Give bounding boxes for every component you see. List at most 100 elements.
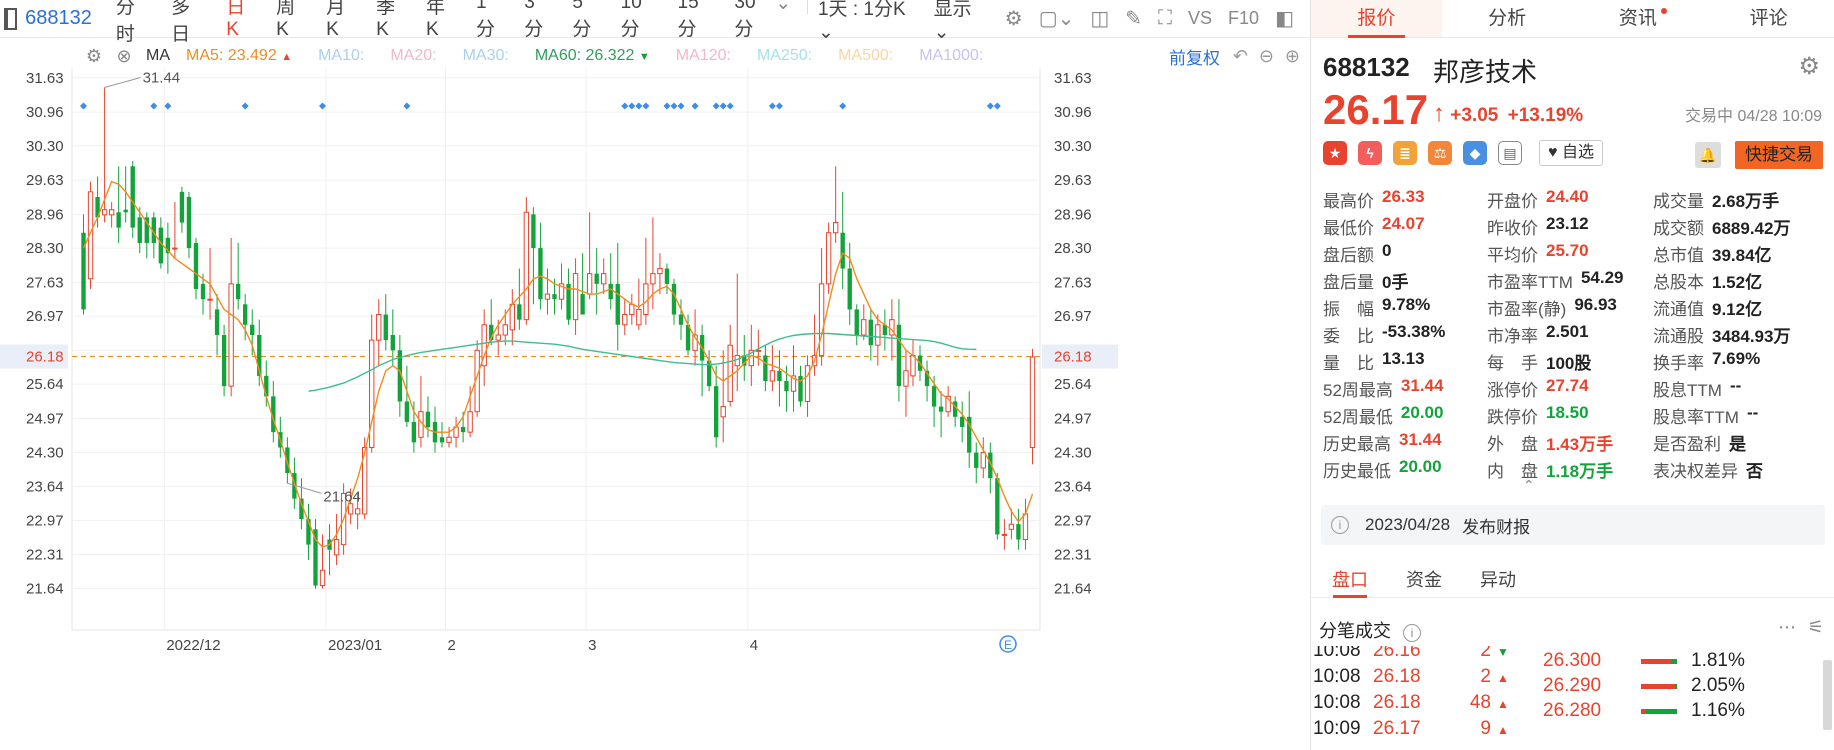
gear-icon[interactable]: ⚙ — [1798, 52, 1820, 81]
event-marker — [319, 102, 327, 110]
chart-style-select-icon[interactable]: ▢⌄ — [1039, 6, 1075, 31]
quick-trade-button[interactable]: 快捷交易 — [1735, 141, 1823, 169]
display-select[interactable]: 显示 ⌄ — [934, 0, 987, 44]
y-tick-label-left: 24.30 — [26, 445, 64, 462]
database-icon[interactable]: ≣ — [1393, 141, 1417, 165]
tick-time: 10:09 — [1313, 718, 1361, 739]
quote-row: 盘后额 0 平均价 25.70 总市值 39.84亿 — [1323, 240, 1823, 267]
range-select[interactable]: 1天 : 1分K ⌄ — [818, 0, 916, 44]
scrollbar[interactable] — [1823, 660, 1832, 730]
tab-comments[interactable]: 评论 — [1703, 0, 1834, 37]
info-icon[interactable]: i — [1403, 624, 1421, 642]
orderbook-bar — [1641, 659, 1671, 664]
ma-label[interactable]: MA — [146, 47, 170, 65]
indicator-settings-icon[interactable]: ⚙ — [82, 46, 106, 67]
ma1000-value: MA1000: — [919, 47, 984, 64]
candle-body-down — [214, 309, 220, 335]
report-date: 2023/04/28 — [1365, 515, 1451, 534]
zoom-in-icon[interactable]: ⊕ — [1285, 46, 1300, 67]
tab-alerts[interactable]: 异动 — [1463, 562, 1533, 597]
candle-body-up — [769, 370, 776, 382]
candle-body-down — [404, 401, 410, 422]
candle-body-up — [650, 273, 656, 285]
candle-body-up — [825, 232, 832, 285]
quote-row: 最低价 24.07 昨收价 23.12 成交额 6889.42万 — [1323, 213, 1823, 240]
tab-news[interactable]: 资讯 — [1573, 0, 1704, 37]
quote-value: 2.68万手 — [1712, 192, 1780, 211]
tab-analysis[interactable]: 分析 — [1442, 0, 1573, 37]
down-arrow-icon: ▼ — [1497, 646, 1509, 659]
candle-body-down — [130, 166, 135, 228]
event-marker — [80, 102, 88, 110]
tag-icon[interactable]: ◆ — [1463, 141, 1487, 165]
more-icon[interactable]: ⋯ — [1778, 617, 1796, 638]
change-value: +3.05 — [1450, 105, 1499, 126]
quote-value: 9.12亿 — [1712, 300, 1763, 319]
price-adjust-select[interactable]: 前复权 — [1169, 44, 1220, 69]
orderbook-price: 26.300 — [1543, 650, 1602, 671]
china-flag-icon[interactable]: ★ — [1323, 141, 1347, 165]
lightning-icon[interactable]: ϟ — [1358, 141, 1382, 165]
quote-value: 24.40 — [1546, 187, 1589, 206]
y-tick-label-right: 28.96 — [1054, 206, 1092, 223]
event-marker — [691, 102, 699, 110]
bell-icon[interactable]: 🔔 — [1695, 142, 1721, 168]
candle-body-down — [425, 411, 431, 428]
current-price: 26.17 — [1323, 86, 1429, 133]
event-marker — [241, 102, 249, 110]
quote-value: 0手 — [1382, 273, 1409, 292]
quote-label: 总市值 — [1653, 246, 1704, 265]
vs-compare-button[interactable]: VS — [1188, 8, 1212, 29]
tab-comments-label: 评论 — [1749, 8, 1788, 29]
quote-label: 跌停价 — [1487, 408, 1538, 427]
undo-icon[interactable]: ↶ — [1233, 46, 1248, 67]
stock-code-link[interactable]: 688132 — [25, 7, 92, 30]
candle-body-down — [784, 381, 789, 392]
draw-pen-icon[interactable]: ✎ — [1125, 6, 1142, 31]
scale-icon[interactable]: ⚖ — [1428, 141, 1452, 165]
quote-value: 27.74 — [1546, 376, 1589, 395]
quote-cell: 平均价 25.70 — [1487, 241, 1653, 266]
candle-body-down — [763, 355, 768, 382]
quote-cell: 昨收价 23.12 — [1487, 214, 1653, 239]
quote-cell: 盘后量 0手 — [1323, 268, 1487, 293]
fullscreen-icon[interactable]: ⛶ — [1158, 7, 1172, 30]
settings-gear-icon[interactable]: ⚙ — [1005, 6, 1023, 31]
tick-price: 26.17 — [1373, 718, 1421, 739]
quote-label: 成交额 — [1653, 219, 1704, 238]
quote-value: 7.69% — [1712, 349, 1761, 368]
event-marker — [775, 102, 783, 110]
ticks-title-label: 分笔成交 — [1319, 621, 1391, 641]
tab-quote[interactable]: 报价 — [1311, 0, 1442, 38]
quote-cell: 跌停价 18.50 — [1487, 403, 1653, 428]
trade-status: 交易中 04/28 10:09 — [1685, 108, 1822, 125]
sidebar-toggle-icon[interactable] — [4, 7, 18, 30]
ma30-value: MA30: — [462, 47, 509, 64]
document-icon[interactable]: ▤ — [1498, 141, 1522, 165]
earnings-notice[interactable]: i 2023/04/28 发布财报 — [1321, 505, 1825, 545]
quote-label: 涨停价 — [1487, 381, 1538, 400]
orderbook-bar — [1641, 709, 1646, 714]
ma20-value: MA20: — [390, 47, 437, 64]
kline-chart[interactable]: 31.63 31.63 30.96 30.96 30.30 30.30 29.63 29.63… — [0, 38, 1310, 750]
settings-sliders-icon[interactable]: ⚟ — [1808, 617, 1824, 638]
add-watchlist-button[interactable]: ♥ 自选 — [1539, 140, 1603, 166]
change-pct: +13.19% — [1507, 105, 1584, 126]
chart-toolbar: 688132 分时 多日 日K 周K 月K 季K 年K 1分 3分 5分 10分 15分 30分 ⌄ 1天… — [0, 0, 1310, 45]
camera-icon[interactable]: ◫ — [1090, 6, 1109, 31]
candle-body-up — [319, 569, 326, 587]
event-marker — [663, 102, 671, 110]
tab-orderbook[interactable]: 盘口 — [1315, 562, 1385, 598]
close-indicator-icon[interactable]: ⊗ — [112, 46, 136, 67]
zoom-out-icon[interactable]: ⊖ — [1259, 46, 1274, 67]
candle-body-up — [502, 324, 508, 336]
collapse-chevron-icon[interactable]: ⌃ — [1523, 477, 1535, 494]
y-tick-label-left: 21.64 — [26, 581, 64, 598]
f10-button[interactable]: F10 — [1228, 8, 1259, 29]
candle-body-up — [818, 283, 825, 356]
candle-body-up — [629, 303, 635, 316]
quote-row: 振 幅 9.78% 市盈率(静) 96.93 流通值 9.12亿 — [1323, 294, 1823, 321]
tab-capital[interactable]: 资金 — [1389, 562, 1459, 597]
panel-toggle-icon[interactable]: ◧ — [1275, 6, 1294, 31]
ma60-down-arrow-icon: ▼ — [638, 51, 650, 63]
